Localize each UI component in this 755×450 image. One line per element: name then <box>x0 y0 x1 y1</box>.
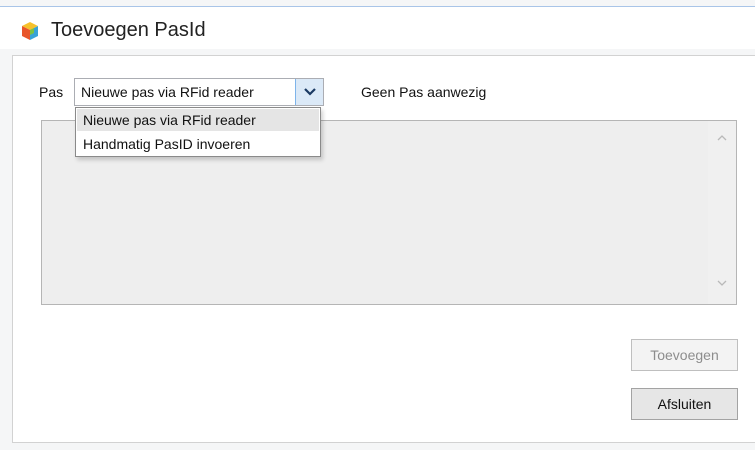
add-button[interactable]: Toevoegen <box>631 339 738 371</box>
dialog-window: Toevoegen PasId Pas Nieuwe pas via RFid … <box>0 0 755 450</box>
scroll-down-icon[interactable] <box>717 279 727 287</box>
chevron-down-icon <box>304 88 316 96</box>
pas-dropdown-list: Nieuwe pas via RFid reader Handmatig Pas… <box>75 107 321 157</box>
app-cube-icon <box>22 22 38 40</box>
close-button[interactable]: Afsluiten <box>631 388 738 420</box>
vertical-scrollbar[interactable] <box>708 121 736 304</box>
scroll-up-icon[interactable] <box>717 134 727 142</box>
window-title: Toevoegen PasId <box>51 19 206 41</box>
pas-combobox[interactable]: Nieuwe pas via RFid reader <box>74 78 324 106</box>
dropdown-option-manual[interactable]: Handmatig PasID invoeren <box>77 133 319 155</box>
pas-label: Pas <box>39 84 64 100</box>
combo-dropdown-button[interactable] <box>295 79 323 105</box>
title-bar: Toevoegen PasId <box>0 7 755 49</box>
combo-selected-value: Nieuwe pas via RFid reader <box>81 84 254 100</box>
dropdown-option-rfid[interactable]: Nieuwe pas via RFid reader <box>77 109 319 131</box>
card-status-text: Geen Pas aanwezig <box>361 84 487 100</box>
